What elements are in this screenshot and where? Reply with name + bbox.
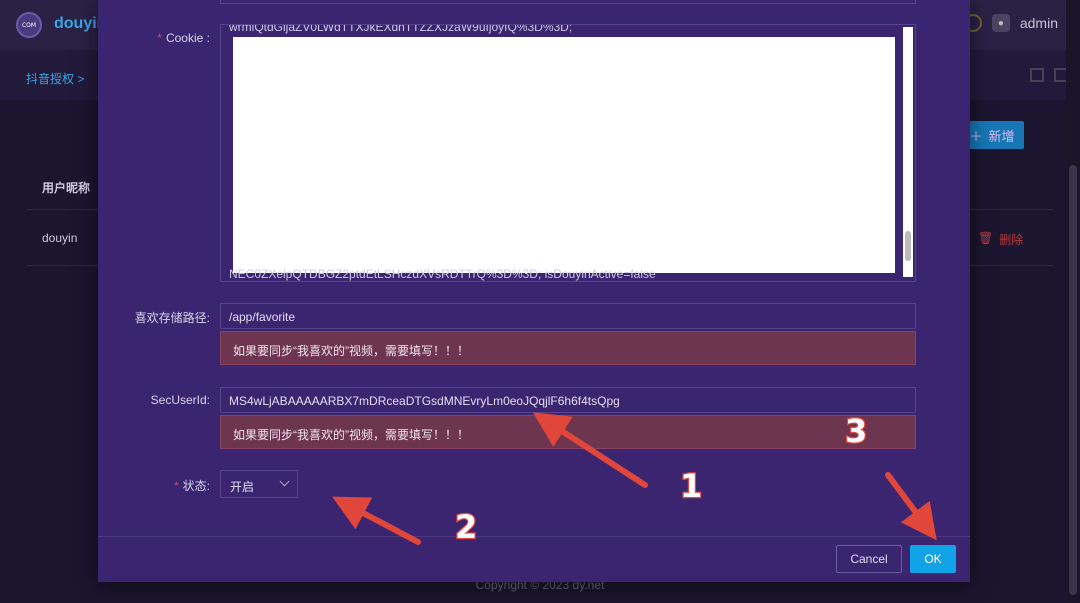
plus-icon: ＋ xyxy=(969,128,983,144)
sec-user-id-label: SecUserId: xyxy=(150,393,210,407)
delete-button[interactable]: 🗑 删除 xyxy=(978,231,1023,248)
previous-field-edge xyxy=(220,0,916,4)
cookie-redaction xyxy=(233,37,895,273)
breadcrumb[interactable]: 抖音授权 > xyxy=(26,70,84,87)
delete-label: 删除 xyxy=(999,233,1024,247)
status-value: 开启 xyxy=(230,480,255,494)
sec-user-id-input[interactable]: MS4wLjABAAAAARBX7mDRceaDTGsdMNEvryLm0eoJ… xyxy=(220,387,916,413)
required-mark: * xyxy=(157,31,162,45)
cell-nickname: douyin xyxy=(42,231,78,245)
page-scrollbar[interactable] xyxy=(1066,0,1080,603)
column-nickname: 用户昵称 xyxy=(42,181,91,195)
columns-icon[interactable] xyxy=(1030,68,1044,82)
cookie-last-line: NEC0ZXelpQTDBGZ2ptdEtLSHczdXVsRDTTrQ%3D%… xyxy=(229,267,656,281)
page-scrollbar-thumb[interactable] xyxy=(1069,165,1077,595)
header-right: ● admin xyxy=(963,14,1058,32)
user-name[interactable]: admin xyxy=(1020,15,1058,31)
cookie-scrollbar[interactable] xyxy=(903,27,913,277)
cookie-textarea[interactable]: wrmiQtdGijaZV0LWdTTXJkEXdnTTZZXJzaW9uIjo… xyxy=(220,24,916,282)
cookie-first-line: wrmiQtdGijaZV0LWdTTXJkEXdnTTZZXJzaW9uIjo… xyxy=(229,24,573,34)
sec-user-id-hint: 如果要同步“我喜欢的”视频，需要填写！！！ xyxy=(220,415,916,449)
status-label: * 状态: xyxy=(173,479,210,493)
trash-icon: 🗑 xyxy=(978,231,994,245)
github-icon[interactable]: ● xyxy=(991,14,1010,32)
favorite-path-input[interactable]: /app/favorite xyxy=(220,303,916,329)
required-mark: * xyxy=(173,479,179,493)
dialog-footer-divider xyxy=(98,536,970,537)
cookie-scrollbar-thumb[interactable] xyxy=(905,231,911,261)
favorite-path-hint: 如果要同步“我喜欢的”视频，需要填写！！！ xyxy=(220,331,916,365)
cookie-label: * Cookie : xyxy=(157,31,210,45)
ok-button[interactable]: OK xyxy=(910,545,956,573)
edit-dialog: * Cookie : wrmiQtdGijaZV0LWdTTXJkEXdnTTZZ… xyxy=(98,0,970,582)
toolbar-icons xyxy=(1030,68,1068,82)
favorite-path-label: 喜欢存储路径: xyxy=(134,311,210,325)
app-logo: COM xyxy=(16,12,42,38)
chevron-down-icon xyxy=(279,476,290,487)
add-button-label: 新增 xyxy=(988,128,1015,144)
status-select[interactable]: 开启 xyxy=(220,470,298,498)
cancel-button[interactable]: Cancel xyxy=(836,545,902,573)
